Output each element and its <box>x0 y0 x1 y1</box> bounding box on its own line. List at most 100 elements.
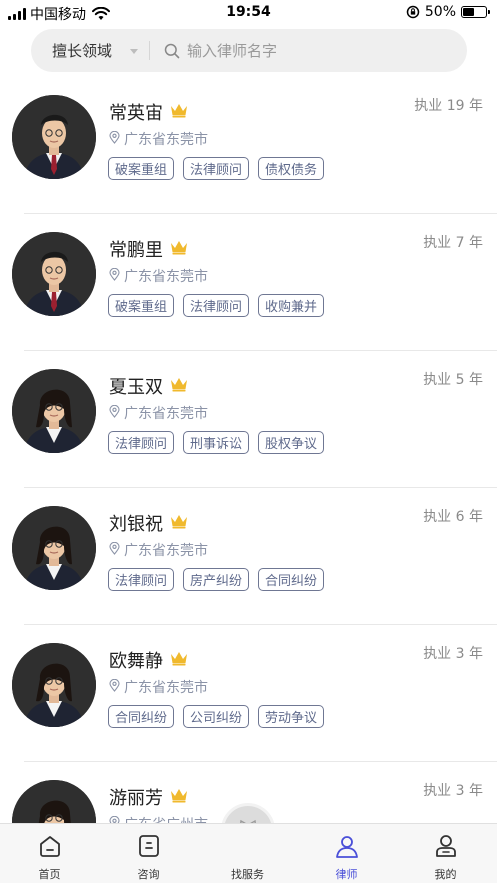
lawyer-icon <box>335 836 358 858</box>
name-row: 常英宙 <box>109 99 189 125</box>
tag-list: 合同纠纷 公司纠纷 劳动争议 <box>108 705 325 728</box>
lawyer-name[interactable]: 常鹏里 <box>109 236 163 262</box>
lawyer-card[interactable]: 夏玉双 执业 5 年广东省东莞市法律顾问 刑事诉讼 股权争议 <box>0 351 497 488</box>
specialty-tag: 破案重组 <box>108 157 175 180</box>
name-row: 游丽芳 <box>109 784 189 810</box>
location-pin-icon <box>109 267 120 285</box>
lawyer-name[interactable]: 常英宙 <box>109 99 163 125</box>
tab-label: 律师 <box>335 868 358 881</box>
practice-years: 执业 19 年 <box>414 98 483 114</box>
crown-icon <box>169 513 189 533</box>
rotation-lock-icon <box>406 5 420 19</box>
tab-label: 找服务 <box>231 868 264 881</box>
tag-list: 法律顾问 房产纠纷 合同纠纷 <box>108 568 325 591</box>
crown-icon <box>169 650 189 670</box>
crown-icon <box>169 787 189 807</box>
lawyer-card[interactable]: 常鹏里 执业 7 年广东省东莞市破案重组 法律顾问 收购兼并 <box>0 214 497 351</box>
caret-down-icon <box>130 49 138 54</box>
tab-consult[interactable]: 咨询 <box>99 824 198 883</box>
name-row: 常鹏里 <box>109 236 189 262</box>
crown-icon <box>169 376 189 396</box>
search-input-wrap[interactable] <box>150 29 467 72</box>
location-row: 广东省广州市 <box>109 814 208 823</box>
tab-label: 我的 <box>434 868 457 881</box>
avatar[interactable] <box>12 780 96 823</box>
specialty-tag: 合同纠纷 <box>258 568 325 591</box>
specialty-tag: 法律顾问 <box>183 294 250 317</box>
avatar[interactable] <box>12 369 96 453</box>
specialty-tag: 破案重组 <box>108 294 175 317</box>
tab-label: 首页 <box>38 868 61 881</box>
location-text: 广东省东莞市 <box>124 269 208 285</box>
specialty-tag: 刑事诉讼 <box>183 431 250 454</box>
avatar[interactable] <box>12 95 96 179</box>
specialty-tag: 劳动争议 <box>258 705 325 728</box>
location-row: 广东省东莞市 <box>109 403 208 423</box>
practice-years: 执业 5 年 <box>423 372 483 388</box>
location-row: 广东省东莞市 <box>109 677 208 697</box>
chat-icon <box>138 835 159 857</box>
location-pin-icon <box>109 541 120 559</box>
location-pin-icon <box>109 404 120 422</box>
avatar[interactable] <box>12 232 96 316</box>
lawyer-card[interactable]: 常英宙 执业 19 年广东省东莞市破案重组 法律顾问 债权债务 <box>0 77 497 214</box>
crown-icon <box>169 102 189 122</box>
specialty-tag: 法律顾问 <box>183 157 250 180</box>
tab-bar: 首页 咨询 找服务 律师 我的 <box>0 823 497 883</box>
location-text: 广东省东莞市 <box>124 406 208 422</box>
specialty-tag: 股权争议 <box>258 431 325 454</box>
name-row: 夏玉双 <box>109 373 189 399</box>
tab-mine[interactable]: 我的 <box>396 824 495 883</box>
location-row: 广东省东莞市 <box>109 266 208 286</box>
practice-years: 执业 7 年 <box>423 235 483 251</box>
search-icon <box>164 43 180 58</box>
specialty-tag: 债权债务 <box>258 157 325 180</box>
status-right: 50% <box>406 4 490 20</box>
avatar[interactable] <box>12 506 96 590</box>
lawyer-list[interactable]: 常英宙 执业 19 年广东省东莞市 破案重组 法律顾问 债权债务 常鹏里 执业 7 年广东省… <box>0 77 497 823</box>
battery-percent: 50% <box>424 4 456 20</box>
practice-years: 执业 3 年 <box>423 783 483 799</box>
specialty-tag: 房产纠纷 <box>183 568 250 591</box>
search-bar: 擅长领域 <box>31 29 467 72</box>
specialty-tag: 合同纠纷 <box>108 705 175 728</box>
location-pin-icon <box>109 678 120 696</box>
name-row: 刘银祝 <box>109 510 189 536</box>
location-text: 广东省东莞市 <box>124 543 208 559</box>
practice-years: 执业 3 年 <box>423 646 483 662</box>
tag-list: 法律顾问 刑事诉讼 股权争议 <box>108 431 325 454</box>
lawyer-card[interactable]: 欧舞静 执业 3 年广东省东莞市合同纠纷 公司纠纷 劳动争议 <box>0 625 497 762</box>
field-select-label: 擅长领域 <box>52 42 113 60</box>
location-row: 广东省东莞市 <box>109 129 208 149</box>
battery-level <box>463 8 474 16</box>
specialty-tag: 收购兼并 <box>258 294 325 317</box>
location-row: 广东省东莞市 <box>109 540 208 560</box>
location-text: 广东省广州市 <box>124 814 208 823</box>
tab-find-service[interactable]: 找服务 <box>198 824 297 883</box>
lawyer-card[interactable]: 刘银祝 执业 6 年广东省东莞市法律顾问 房产纠纷 合同纠纷 <box>0 488 497 625</box>
tag-list: 破案重组 法律顾问 债权债务 <box>108 157 325 180</box>
field-select[interactable]: 擅长领域 <box>31 29 149 72</box>
tab-home[interactable]: 首页 <box>0 824 99 883</box>
crown-icon <box>169 239 189 259</box>
tab-lawyer[interactable]: 律师 <box>297 824 396 883</box>
tab-label: 咨询 <box>137 868 160 881</box>
lawyer-name[interactable]: 欧舞静 <box>109 647 163 673</box>
location-text: 广东省东莞市 <box>124 132 208 148</box>
profile-icon <box>435 835 456 857</box>
location-text: 广东省东莞市 <box>124 680 208 696</box>
lawyer-name[interactable]: 夏玉双 <box>109 373 163 399</box>
status-bar: 中国移动 19:54 50% <box>0 0 497 26</box>
practice-years: 执业 6 年 <box>423 509 483 525</box>
specialty-tag: 公司纠纷 <box>183 705 250 728</box>
location-pin-icon <box>109 815 120 823</box>
battery-icon <box>461 6 490 18</box>
name-row: 欧舞静 <box>109 647 189 673</box>
specialty-tag: 法律顾问 <box>108 568 175 591</box>
lawyer-name[interactable]: 刘银祝 <box>109 510 163 536</box>
search-input[interactable] <box>187 41 417 60</box>
tag-list: 破案重组 法律顾问 收购兼并 <box>108 294 325 317</box>
avatar[interactable] <box>12 643 96 727</box>
lawyer-name[interactable]: 游丽芳 <box>109 784 163 810</box>
home-icon <box>39 836 60 857</box>
